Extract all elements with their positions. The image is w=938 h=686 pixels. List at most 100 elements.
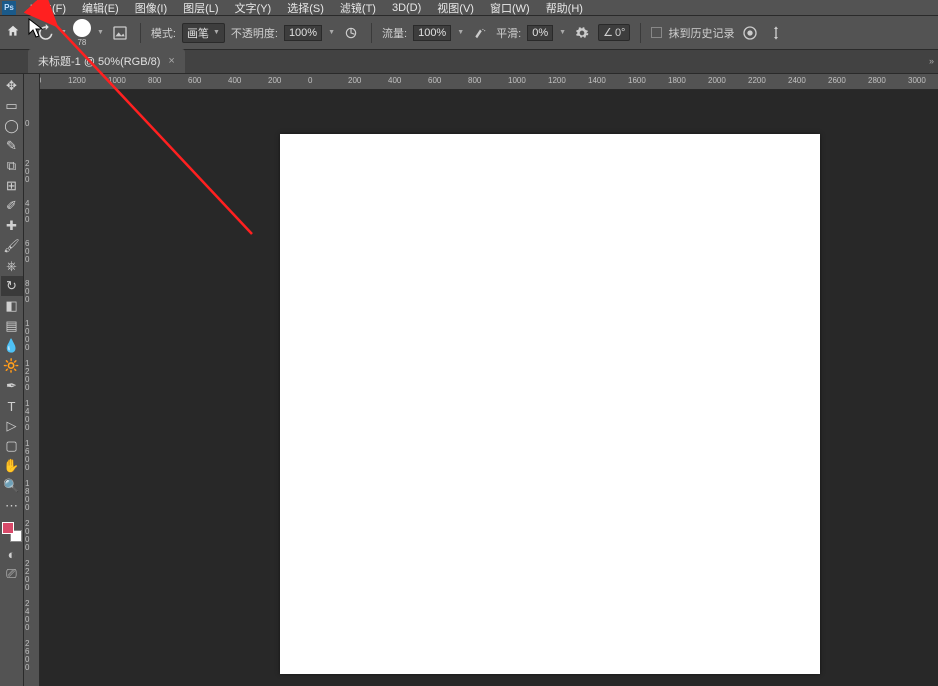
symmetry-icon[interactable] [766,23,786,43]
eraser-tool-icon[interactable]: ◧ [1,296,23,316]
close-tab-icon[interactable]: × [168,55,174,67]
menu-3d[interactable]: 3D(D) [384,1,429,15]
pressure-opacity-icon[interactable] [341,23,361,43]
ruler-tick: 1200 [25,360,29,392]
vertical-ruler: 0200400600800100012001400160018002000220… [24,74,40,686]
type-tool-icon[interactable]: T [1,396,23,416]
ruler-tick: 2000 [25,520,29,552]
separator [640,23,641,43]
shape-tool-icon[interactable]: ▢ [1,436,23,456]
screenmode-icon[interactable]: ⎚ [1,564,23,584]
ruler-tick: 2600 [828,76,846,85]
color-swatches[interactable] [2,522,22,542]
hand-tool-icon[interactable]: ✋ [1,456,23,476]
menu-edit[interactable]: 编辑(E) [74,0,127,17]
angle-value: 0° [615,27,626,39]
tab-overflow-icon[interactable]: » [929,56,934,66]
separator [371,23,372,43]
ruler-tick: 1800 [668,76,686,85]
lasso-tool-icon[interactable]: ◯ [1,116,23,136]
angle-control[interactable]: ∠ 0° [598,24,630,41]
smooth-input[interactable]: 0% [527,25,553,41]
ruler-tick: 3000 [908,76,926,85]
ruler-tick: 600 [428,76,441,85]
history-brush-tool-icon[interactable]: ↻ [1,276,23,296]
quickmask-icon[interactable]: ◐ [1,544,23,564]
opacity-label: 不透明度: [231,25,278,41]
edit-toolbar-icon[interactable]: ⋯ [1,496,23,516]
brush-tool-icon[interactable]: 🖌 [1,236,23,256]
ruler-tick: 2600 [25,640,29,672]
ruler-tick: 2400 [788,76,806,85]
dodge-tool-icon[interactable]: 🔆 [1,356,23,376]
caret-down-icon: ▼ [213,29,220,36]
pressure-size-icon[interactable] [740,23,760,43]
smooth-caret-icon[interactable]: ▼ [559,29,566,36]
move-tool-icon[interactable]: ✥ [1,76,23,96]
menu-filter[interactable]: 滤镜(T) [332,0,384,17]
mode-label: 模式: [151,25,176,41]
ruler-tick: 800 [468,76,481,85]
menu-bar: Ps 文件(F) 编辑(E) 图像(I) 图层(L) 文字(Y) 选择(S) 滤… [0,0,938,16]
menu-select[interactable]: 选择(S) [279,0,332,17]
flow-caret-icon[interactable]: ▼ [457,29,464,36]
canvas-area: 4001200100080060040020002004006008001000… [40,74,938,686]
canvas-document[interactable] [280,134,820,674]
home-icon[interactable] [6,24,24,42]
healing-tool-icon[interactable]: ✚ [1,216,23,236]
angle-icon: ∠ [603,26,613,39]
opacity-caret-icon[interactable]: ▼ [328,29,335,36]
ruler-tick: 0 [308,76,312,85]
eyedropper-tool-icon[interactable]: ✐ [1,196,23,216]
menu-view[interactable]: 视图(V) [429,0,482,17]
stamp-tool-icon[interactable]: ⎈ [1,256,23,276]
tool-panel: ✥ ▭ ◯ ✎ ⧉ ⊞ ✐ ✚ 🖌 ⎈ ↻ ◧ ▤ 💧 🔆 ✒ T ▷ ▢ ✋ … [0,74,24,686]
opacity-input[interactable]: 100% [284,25,322,41]
ruler-tick: 400 [228,76,241,85]
brush-dot-icon [73,19,91,37]
menu-layer[interactable]: 图层(L) [175,0,226,17]
foreground-color-swatch[interactable] [2,522,14,534]
menu-type[interactable]: 文字(Y) [227,0,280,17]
quick-select-tool-icon[interactable]: ✎ [1,136,23,156]
flow-input[interactable]: 100% [413,25,451,41]
document-tab-bar: 未标题-1 @ 50%(RGB/8) × » [0,50,938,74]
marquee-tool-icon[interactable]: ▭ [1,96,23,116]
canvas-viewport[interactable] [40,90,938,686]
ruler-tick: 2400 [25,600,29,632]
ruler-tick: 800 [25,280,29,304]
ruler-tick: 2800 [868,76,886,85]
smooth-gear-icon[interactable] [572,23,592,43]
history-checkbox[interactable] [651,27,662,38]
gradient-tool-icon[interactable]: ▤ [1,316,23,336]
menu-image[interactable]: 图像(I) [127,0,175,17]
document-tab[interactable]: 未标题-1 @ 50%(RGB/8) × [28,49,185,73]
ruler-tick: 1600 [628,76,646,85]
airbrush-icon[interactable] [470,23,490,43]
pen-tool-icon[interactable]: ✒ [1,376,23,396]
history-brush-tool-icon[interactable] [36,24,54,42]
brush-preview[interactable]: 78 [73,19,91,47]
ruler-tick: 1000 [508,76,526,85]
ruler-tick: 1400 [588,76,606,85]
menu-file[interactable]: 文件(F) [22,0,74,17]
ruler-tick: 200 [348,76,361,85]
ruler-tick: 200 [25,160,29,184]
mode-dropdown[interactable]: 画笔 ▼ [182,23,225,43]
zoom-tool-icon[interactable]: 🔍 [1,476,23,496]
crop-tool-icon[interactable]: ⧉ [1,156,23,176]
frame-tool-icon[interactable]: ⊞ [1,176,23,196]
path-select-tool-icon[interactable]: ▷ [1,416,23,436]
ruler-tick: 1600 [25,440,29,472]
ruler-tick: 2000 [708,76,726,85]
menu-window[interactable]: 窗口(W) [482,0,538,17]
tool-preset-caret-icon[interactable]: ▼ [60,29,67,36]
brush-panel-icon[interactable] [110,23,130,43]
ruler-tick: 1200 [68,76,86,85]
ruler-tick: 800 [148,76,161,85]
blur-tool-icon[interactable]: 💧 [1,336,23,356]
brush-picker-caret-icon[interactable]: ▼ [97,29,104,36]
ruler-tick: 400 [25,200,29,224]
menu-help[interactable]: 帮助(H) [538,0,591,17]
ruler-tick: 600 [25,240,29,264]
